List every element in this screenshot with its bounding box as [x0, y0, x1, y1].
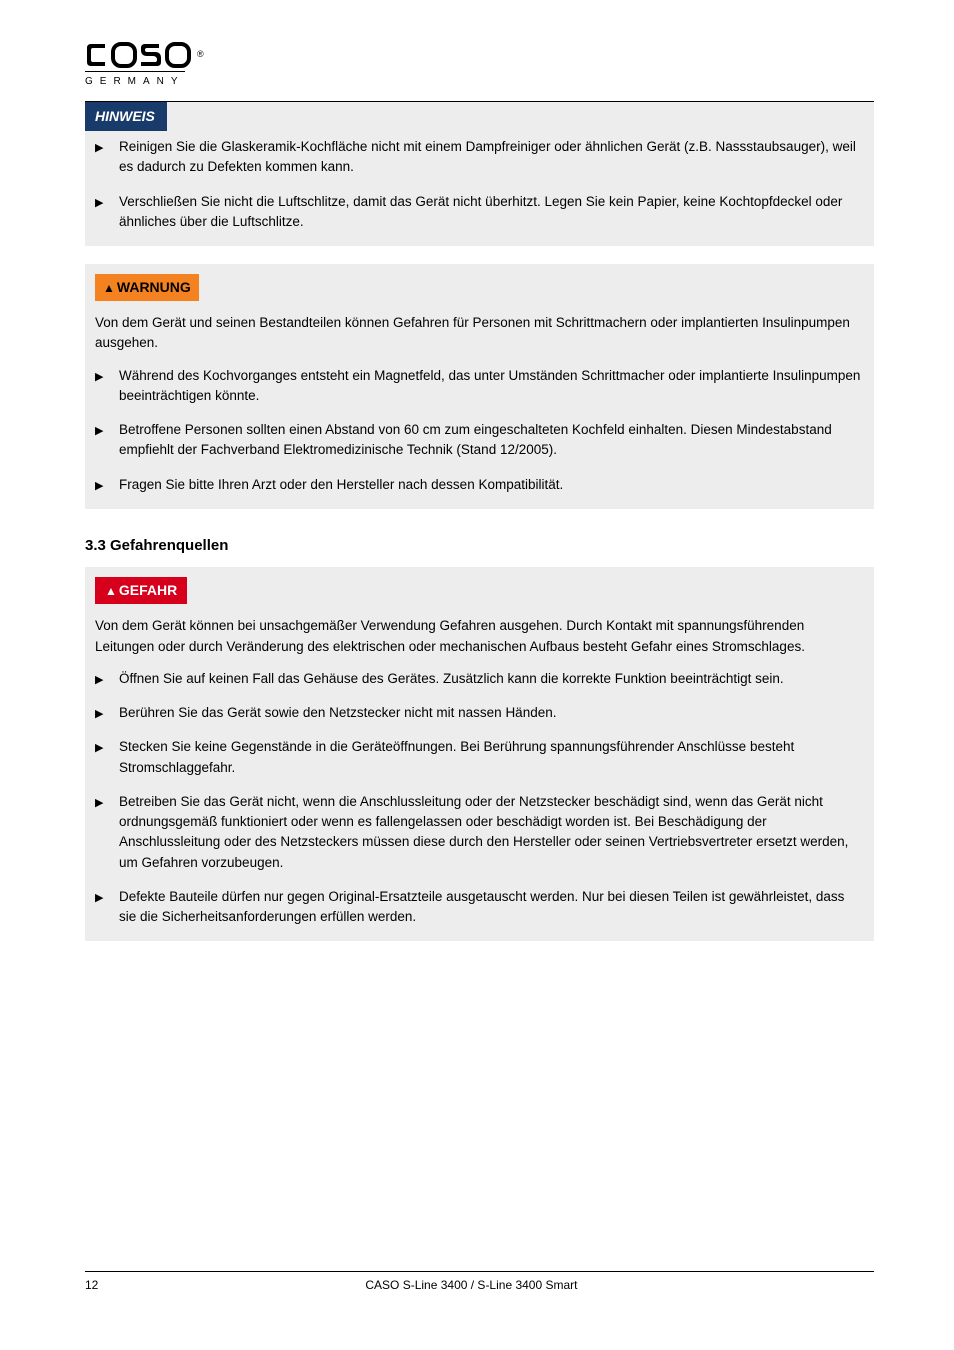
list-item: ▶ Betroffene Personen sollten einen Abst…	[95, 420, 864, 461]
list-item-text: Reinigen Sie die Glaskeramik-Kochfläche …	[119, 139, 856, 174]
bullet-arrow-icon: ▶	[95, 423, 103, 440]
warnung-list: ▶ Während des Kochvorganges entsteht ein…	[95, 366, 864, 495]
list-item: ▶ Während des Kochvorganges entsteht ein…	[95, 366, 864, 407]
gefahr-label-text: GEFAHR	[119, 582, 177, 598]
list-item-text: Defekte Bauteile dürfen nur gegen Origin…	[119, 889, 844, 924]
registered-mark: ®	[197, 48, 203, 62]
gefahr-label: ▲GEFAHR	[95, 577, 187, 604]
list-item-text: Verschließen Sie nicht die Luftschlitze,…	[119, 194, 842, 229]
footer: 12 CASO S-Line 3400 / S-Line 3400 Smart	[85, 1271, 874, 1294]
list-item-text: Fragen Sie bitte Ihren Arzt oder den Her…	[119, 477, 563, 492]
list-item: ▶ Fragen Sie bitte Ihren Arzt oder den H…	[95, 475, 864, 495]
list-item-text: Öffnen Sie auf keinen Fall das Gehäuse d…	[119, 671, 784, 686]
list-item-text: Während des Kochvorganges entsteht ein M…	[119, 368, 860, 403]
warnung-label-text: WARNUNG	[117, 279, 191, 295]
hinweis-list: ▶ Reinigen Sie die Glaskeramik-Kochfläch…	[95, 137, 864, 232]
page-number: 12	[85, 1276, 345, 1294]
list-item: ▶ Stecken Sie keine Gegenstände in die G…	[95, 737, 864, 778]
bullet-arrow-icon: ▶	[95, 369, 103, 386]
logo-subtitle: GERMANY	[85, 71, 185, 89]
list-item: ▶ Verschließen Sie nicht die Luftschlitz…	[95, 192, 864, 233]
list-item-text: Betreiben Sie das Gerät nicht, wenn die …	[119, 794, 848, 870]
list-item-text: Berühren Sie das Gerät sowie den Netzste…	[119, 705, 556, 720]
bullet-arrow-icon: ▶	[95, 478, 103, 495]
hinweis-box: HINWEIS ▶ Reinigen Sie die Glaskeramik-K…	[85, 102, 874, 246]
section-heading: 3.3 Gefahrenquellen	[85, 535, 874, 558]
gefahr-box: ▲GEFAHR Von dem Gerät können bei unsachg…	[85, 567, 874, 941]
footer-product: CASO S-Line 3400 / S-Line 3400 Smart	[345, 1276, 874, 1294]
logo-block: ® GERMANY	[85, 40, 874, 97]
list-item: ▶ Defekte Bauteile dürfen nur gegen Orig…	[95, 887, 864, 928]
list-item: ▶ Betreiben Sie das Gerät nicht, wenn di…	[95, 792, 864, 873]
warning-triangle-icon: ▲	[103, 281, 115, 295]
gefahr-list: ▶ Öffnen Sie auf keinen Fall das Gehäuse…	[95, 669, 864, 928]
bullet-arrow-icon: ▶	[95, 706, 103, 723]
bullet-arrow-icon: ▶	[95, 672, 103, 689]
list-item: ▶ Reinigen Sie die Glaskeramik-Kochfläch…	[95, 137, 864, 178]
caso-logo-icon	[85, 40, 195, 70]
bullet-arrow-icon: ▶	[95, 795, 103, 812]
bullet-arrow-icon: ▶	[95, 890, 103, 907]
warnung-lead: Von dem Gerät und seinen Bestandteilen k…	[95, 313, 864, 354]
list-item: ▶ Öffnen Sie auf keinen Fall das Gehäuse…	[95, 669, 864, 689]
list-item-text: Betroffene Personen sollten einen Abstan…	[119, 422, 832, 457]
gefahr-lead: Von dem Gerät können bei unsachgemäßer V…	[95, 616, 864, 657]
bullet-arrow-icon: ▶	[95, 195, 103, 212]
hinweis-label: HINWEIS	[85, 102, 167, 131]
bullet-arrow-icon: ▶	[95, 740, 103, 757]
list-item: ▶ Berühren Sie das Gerät sowie den Netzs…	[95, 703, 864, 723]
warnung-label: ▲WARNUNG	[95, 274, 199, 301]
bullet-arrow-icon: ▶	[95, 140, 103, 157]
list-item-text: Stecken Sie keine Gegenstände in die Ger…	[119, 739, 794, 774]
logo-brand: ®	[85, 40, 874, 70]
warning-triangle-icon: ▲	[105, 584, 117, 598]
warnung-box: ▲WARNUNG Von dem Gerät und seinen Bestan…	[85, 264, 874, 509]
